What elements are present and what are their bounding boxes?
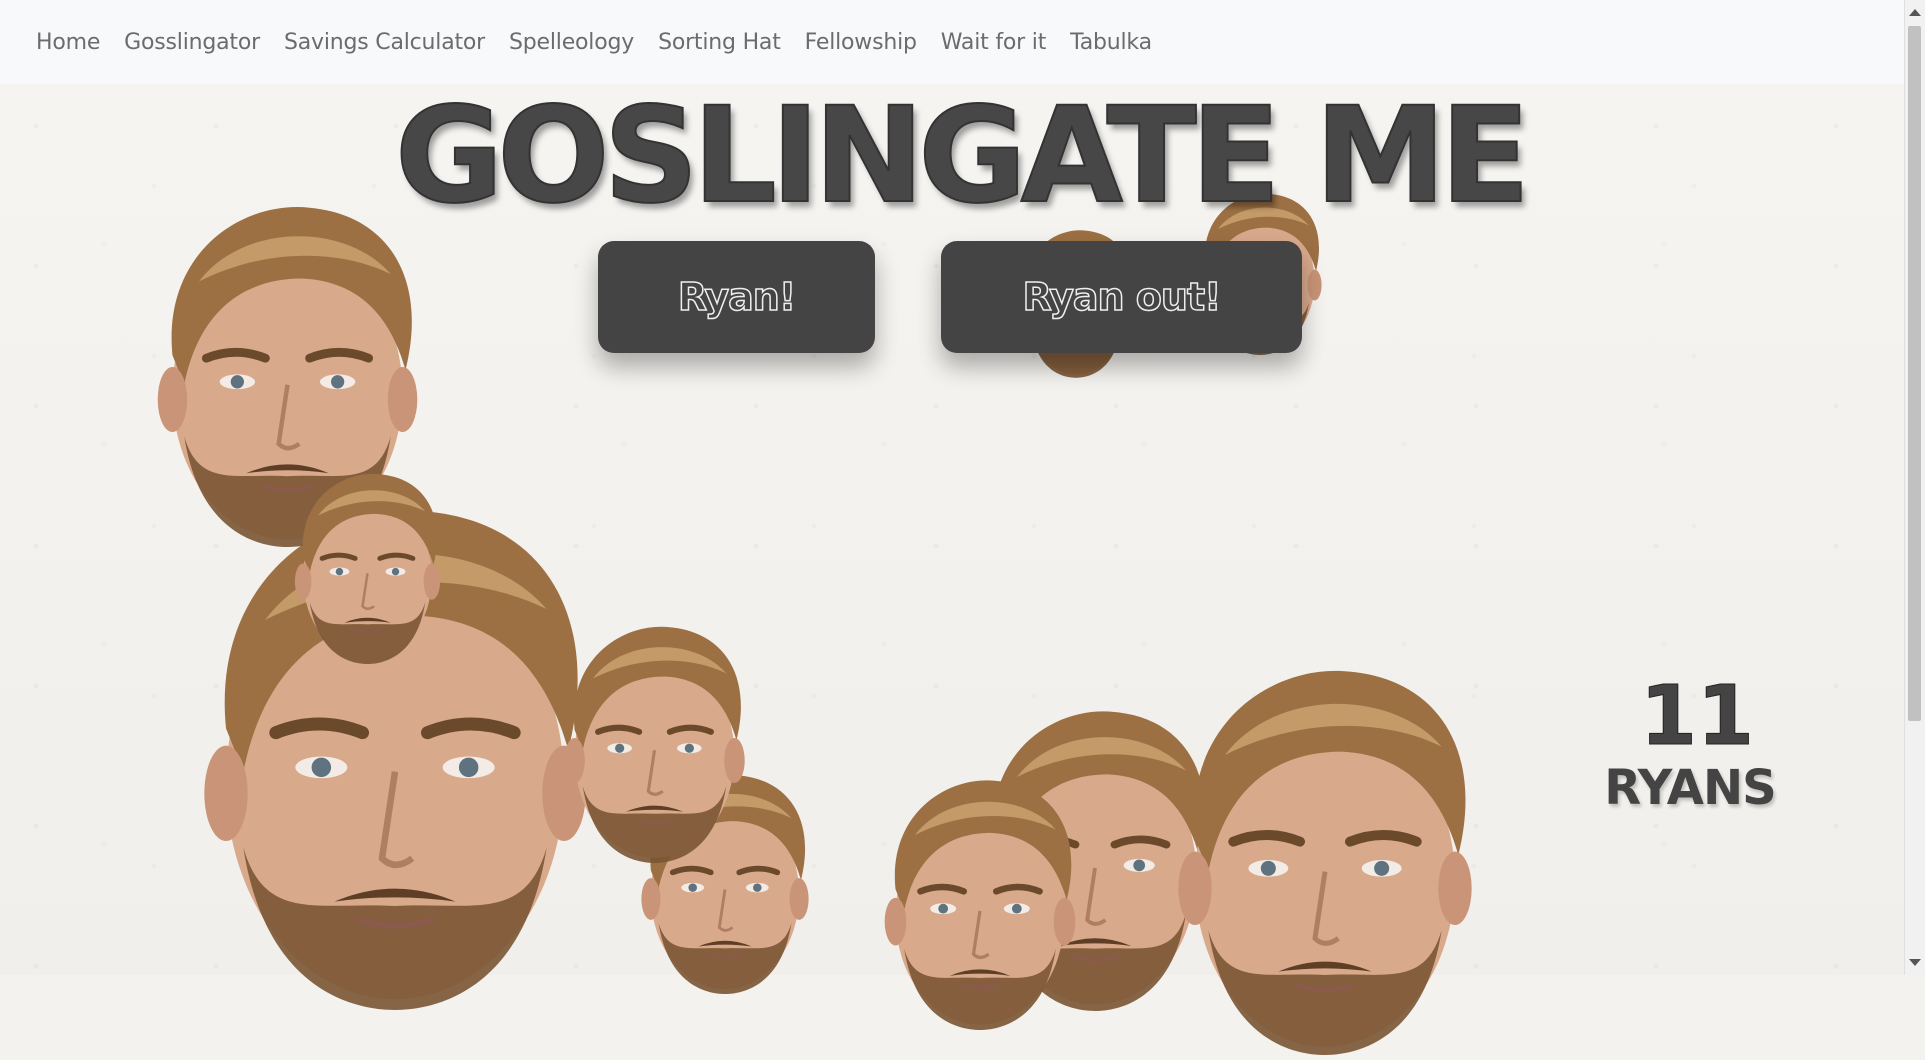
ryan-face-image bbox=[820, 770, 1140, 1030]
remove-ryan-button[interactable]: Ryan out! bbox=[941, 241, 1302, 353]
page-title: GOSLINGATE ME bbox=[394, 79, 1531, 233]
scroll-up-arrow-icon[interactable] bbox=[1909, 9, 1921, 16]
remove-ryan-label: Ryan out! bbox=[1022, 274, 1222, 320]
nav-link-tabulka[interactable]: Tabulka bbox=[1070, 30, 1152, 55]
ryan-face-image bbox=[552, 595, 757, 885]
ryan-count: 11 bbox=[1640, 669, 1755, 764]
nav-link-wait-for-it[interactable]: Wait for it bbox=[941, 30, 1047, 55]
ryan-face-image bbox=[285, 445, 450, 685]
nav-link-home[interactable]: Home bbox=[36, 30, 100, 55]
nav-link-sorting-hat[interactable]: Sorting Hat bbox=[658, 30, 781, 55]
nav-link-savings-calculator[interactable]: Savings Calculator bbox=[284, 30, 485, 55]
nav-link-gosslingator[interactable]: Gosslingator bbox=[124, 30, 260, 55]
scroll-down-arrow-icon[interactable] bbox=[1909, 959, 1921, 966]
navbar: Home Gosslingator Savings Calculator Spe… bbox=[0, 0, 1905, 84]
ryan-face-image bbox=[1155, 655, 1495, 1055]
nav-link-fellowship[interactable]: Fellowship bbox=[805, 30, 917, 55]
add-ryan-button[interactable]: Ryan! bbox=[598, 241, 875, 353]
add-ryan-label: Ryan! bbox=[677, 274, 797, 320]
scrollbar-thumb[interactable] bbox=[1908, 26, 1921, 721]
scrollbar[interactable] bbox=[1904, 0, 1925, 975]
ryan-count-label: RYANS bbox=[1604, 760, 1776, 816]
nav-link-spelleology[interactable]: Spelleology bbox=[509, 30, 634, 55]
